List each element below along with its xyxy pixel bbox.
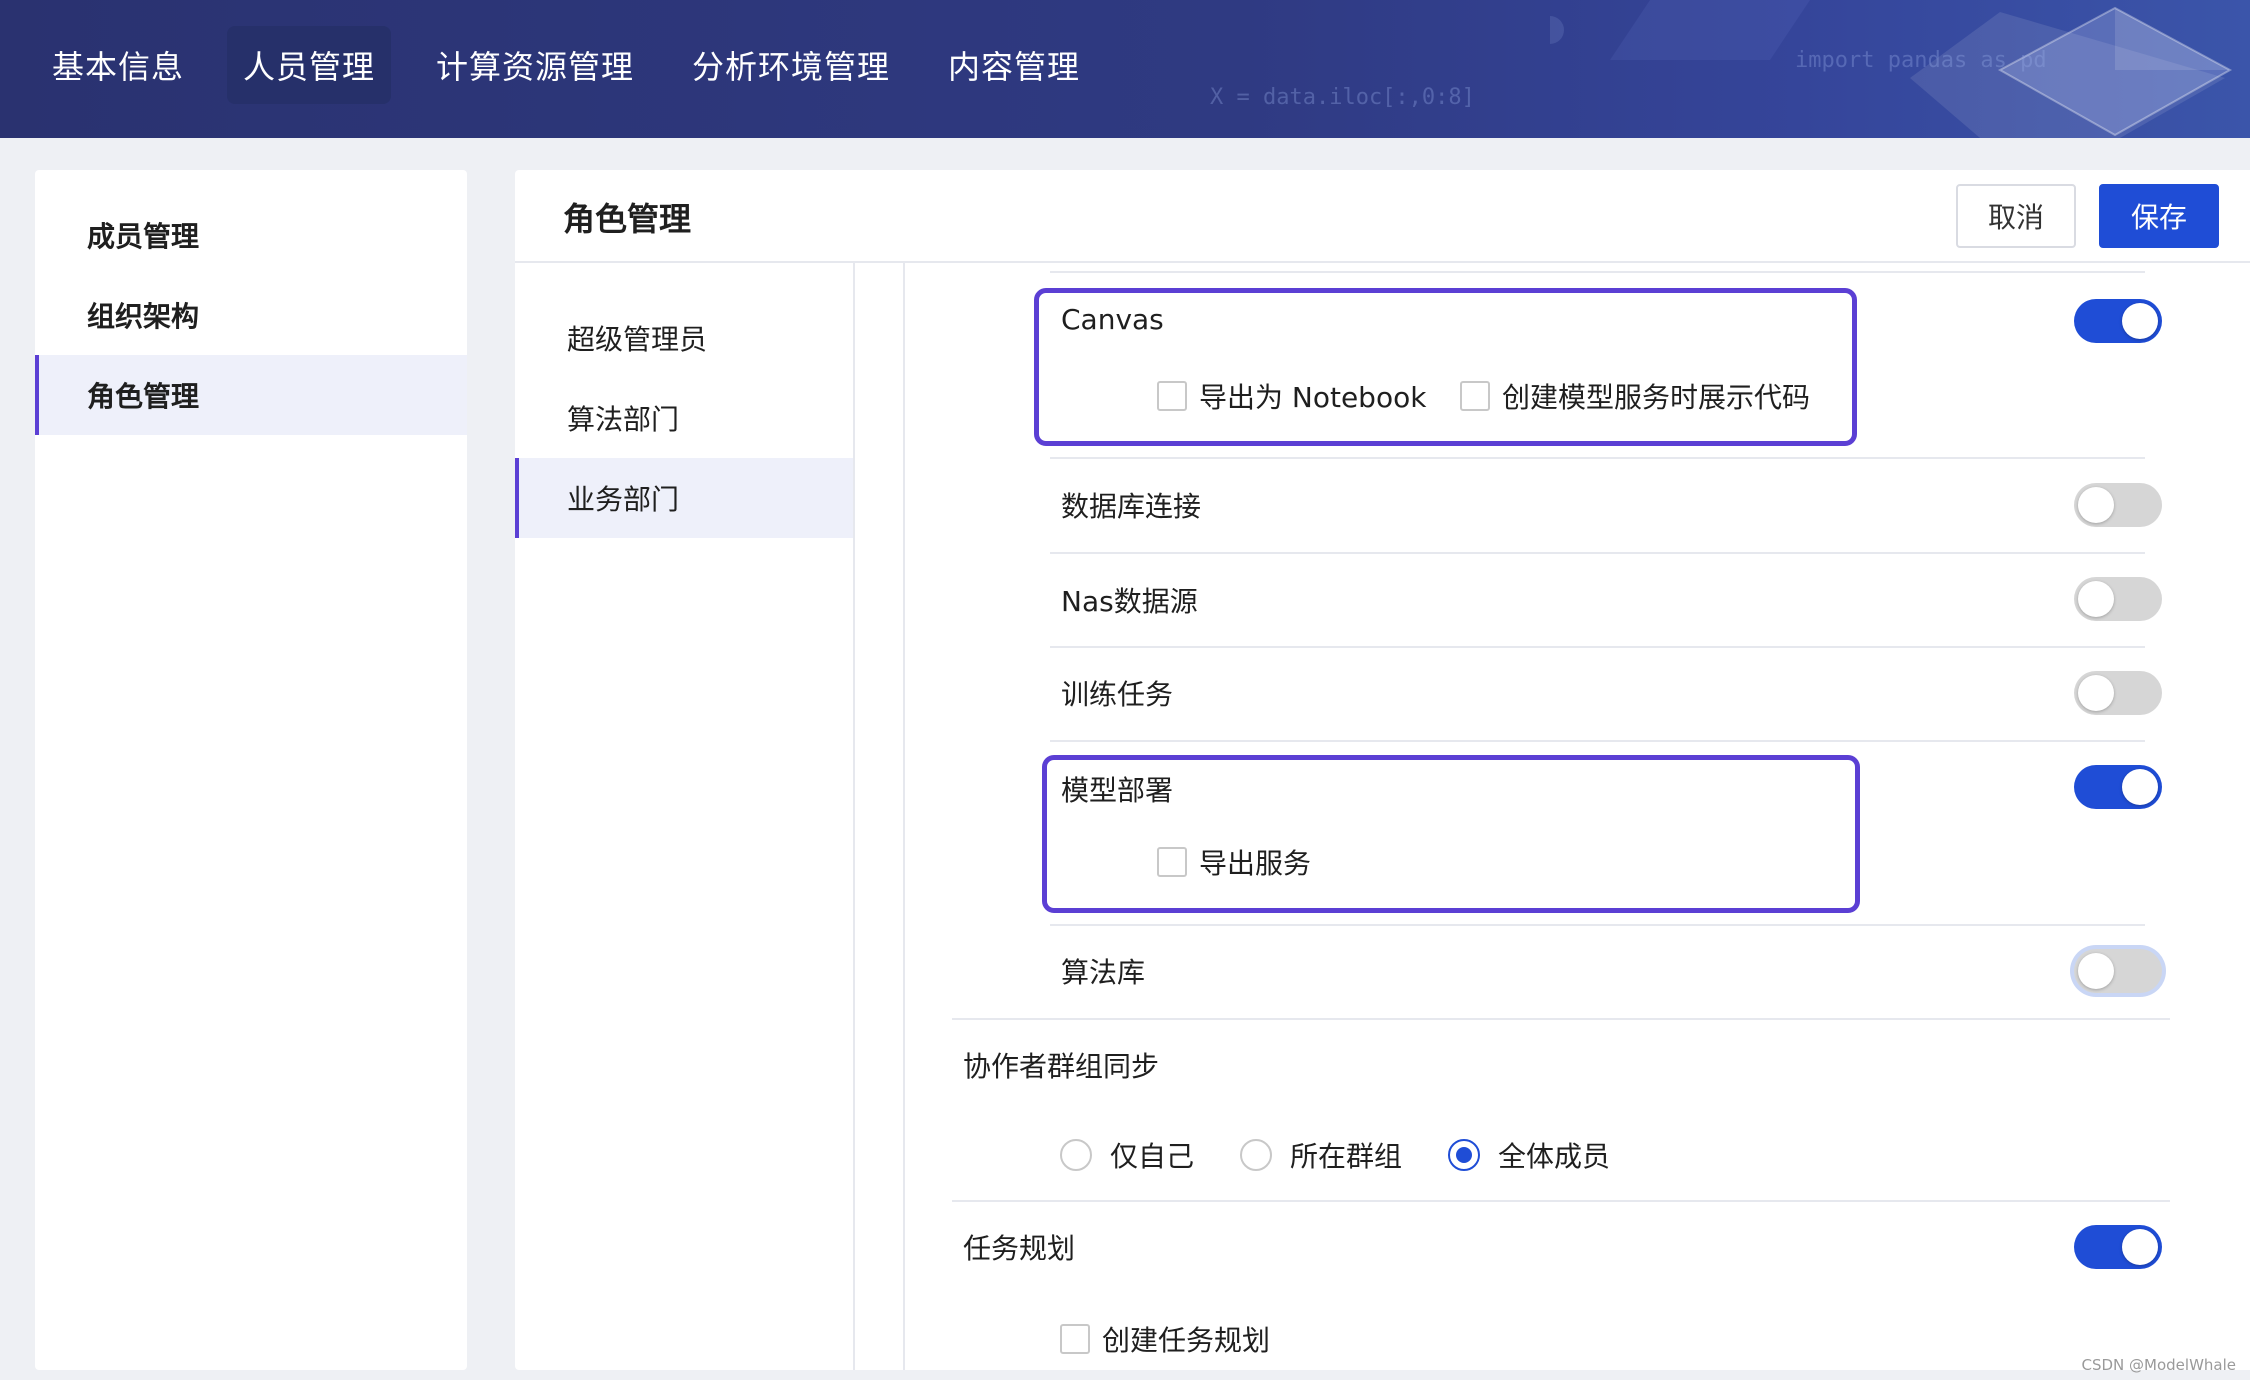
toggle-knob [2122,769,2158,805]
toggle-knob [2078,487,2114,523]
divider [952,1200,2170,1202]
checkbox-box[interactable] [1060,1324,1090,1354]
panel-header: 角色管理 取消 保存 [515,170,2250,263]
top-nav-bar: import pandas as pd X = data.iloc[:,0:8]… [0,0,2250,138]
checkbox-export-service[interactable]: 导出服务 [1157,842,1311,882]
sidebar-item-roles[interactable]: 角色管理 [35,355,467,435]
radio-only-self[interactable]: 仅自己 [1060,1135,1194,1175]
radio-all-members[interactable]: 全体成员 [1448,1135,1610,1175]
checkbox-label: 创建任务规划 [1102,1324,1271,1357]
perm-label-canvas: Canvas [1061,303,1164,336]
collab-sync-label: 协作者群组同步 [963,1050,1160,1083]
sidebar-item-members[interactable]: 成员管理 [35,195,467,275]
radio-my-groups[interactable]: 所在群组 [1240,1135,1402,1175]
sidebar-item-org[interactable]: 组织架构 [35,275,467,355]
role-item-super-admin[interactable]: 超级管理员 [515,298,853,378]
checkbox-label: 导出为 Notebook [1199,381,1427,414]
checkbox-create-task-plan[interactable]: 创建任务规划 [1060,1319,1270,1359]
nav-item-personnel[interactable]: 人员管理 [227,26,392,104]
checkbox-box[interactable] [1460,381,1490,411]
left-sidebar: 成员管理 组织架构 角色管理 [35,170,467,1370]
perm-label-db-connection: 数据库连接 [1061,490,1202,523]
divider [952,1018,2170,1020]
radio-dot[interactable] [1240,1139,1272,1171]
divider [1050,740,2145,742]
cancel-button[interactable]: 取消 [1956,184,2076,248]
toggle-task-plan[interactable] [2074,1225,2162,1269]
role-item-business-dept[interactable]: 业务部门 [515,458,853,538]
toggle-training[interactable] [2074,671,2162,715]
toggle-knob [2078,581,2114,617]
toggle-knob [2122,1229,2158,1265]
save-button[interactable]: 保存 [2099,184,2219,248]
toggle-model-deploy[interactable] [2074,765,2162,809]
checkbox-export-notebook[interactable]: 导出为 Notebook [1157,376,1426,416]
divider [1050,924,2145,926]
divider [1050,646,2145,648]
page-title: 角色管理 [563,200,692,238]
toggle-canvas[interactable] [2074,299,2162,343]
checkbox-label: 创建模型服务时展示代码 [1502,381,1811,414]
toggle-knob [2122,303,2158,339]
radio-dot[interactable] [1060,1139,1092,1171]
watermark: CSDN @ModelWhale [2081,1356,2237,1374]
role-item-algo-dept[interactable]: 算法部门 [515,378,853,458]
toggle-algo-lib[interactable] [2074,949,2162,993]
nav-item-compute[interactable]: 计算资源管理 [420,26,650,104]
perm-label-algo-lib: 算法库 [1061,956,1146,989]
checkbox-box[interactable] [1157,381,1187,411]
nav-item-basic-info[interactable]: 基本信息 [36,26,200,104]
radio-dot[interactable] [1448,1139,1480,1171]
divider [1050,271,2145,273]
role-list: 超级管理员 算法部门 业务部门 [515,263,855,1370]
permission-content: Canvas 导出为 Notebook 创建模型服务时展示代码 数据库连接 Na… [903,263,2250,1370]
radio-label: 仅自己 [1110,1140,1195,1173]
nav-item-content[interactable]: 内容管理 [932,26,1096,104]
toggle-knob [2078,953,2114,989]
perm-label-task-plan: 任务规划 [963,1232,1076,1265]
radio-label: 所在群组 [1290,1140,1403,1173]
main-panel: 角色管理 取消 保存 超级管理员 算法部门 业务部门 Canvas 导出为 No… [515,170,2250,1370]
divider [1050,457,2145,459]
toggle-knob [2078,675,2114,711]
checkbox-box[interactable] [1157,847,1187,877]
nav-item-analysis-env[interactable]: 分析环境管理 [676,26,906,104]
toggle-nas-source[interactable] [2074,577,2162,621]
perm-label-nas-source: Nas数据源 [1061,585,1198,618]
toggle-db-connection[interactable] [2074,483,2162,527]
divider [1050,552,2145,554]
decor-code-line-2: X = data.iloc[:,0:8] [1210,85,1475,110]
radio-label: 全体成员 [1498,1140,1611,1173]
checkbox-show-code[interactable]: 创建模型服务时展示代码 [1460,376,1810,416]
checkbox-label: 导出服务 [1199,847,1312,880]
perm-label-training: 训练任务 [1061,678,1174,711]
perm-label-model-deploy: 模型部署 [1061,774,1174,807]
decor-code-line-1: import pandas as pd [1795,48,2047,73]
